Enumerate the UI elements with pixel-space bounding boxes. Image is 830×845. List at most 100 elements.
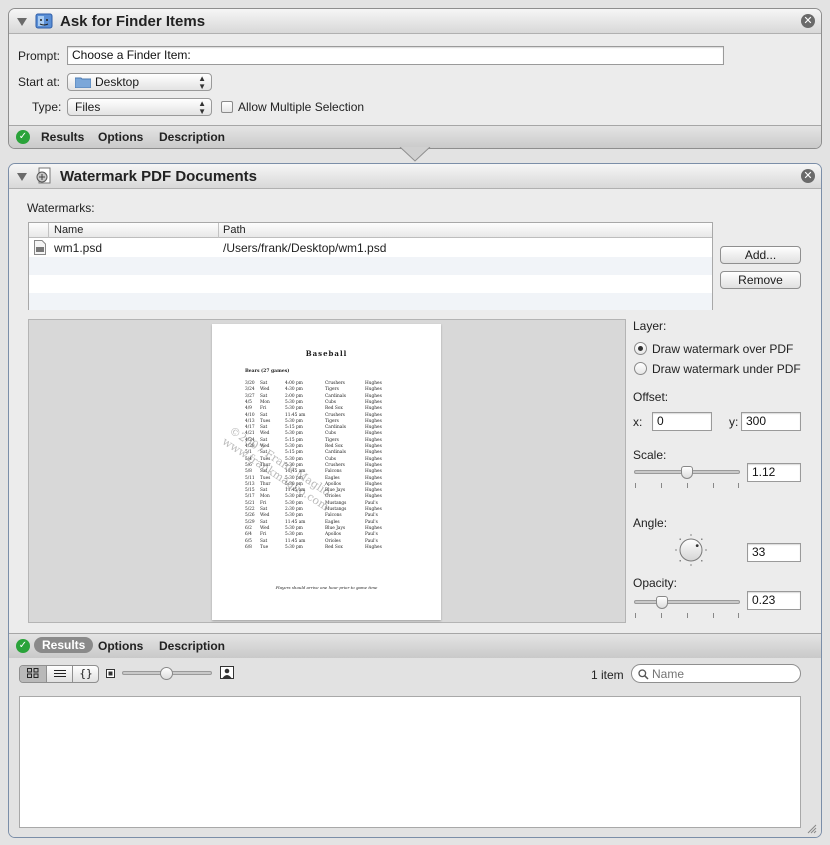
angle-dial[interactable] [675, 534, 707, 566]
offset-y-input[interactable]: 300 [741, 412, 801, 431]
results-search-field[interactable] [631, 664, 801, 683]
scale-slider-thumb[interactable] [681, 466, 693, 479]
pdf-preview-area: Baseball Bears (27 games) 3/20 Sat 4:00 pm… [28, 319, 626, 623]
schedule-cell: 4/10 [245, 412, 255, 418]
tab-results[interactable]: Results [41, 130, 84, 144]
offset-label: Offset: [633, 390, 669, 404]
column-header-path[interactable]: Path [223, 224, 246, 236]
icon-size-slider[interactable] [122, 667, 212, 681]
schedule-row: 4/17 Sat 5:15 pm Cardinals Hughes [245, 425, 405, 431]
opacity-slider-thumb[interactable] [655, 596, 668, 609]
angle-input[interactable]: 33 [747, 543, 801, 562]
tab-description[interactable]: Description [159, 639, 225, 653]
schedule-cell: Eagles [325, 475, 340, 481]
schedule-cell: Hughes [365, 381, 382, 386]
watermarks-label: Watermarks: [27, 201, 95, 215]
remove-watermark-button[interactable]: Remove [720, 271, 801, 289]
code-view-button[interactable]: {} [73, 666, 98, 682]
opacity-slider[interactable] [634, 596, 740, 618]
schedule-cell: 11:45 am [285, 519, 306, 525]
start-at-popup[interactable]: Desktop ▲ ▼ [67, 73, 212, 91]
action-title-bar[interactable]: Watermark PDF Documents ✕ [9, 164, 821, 189]
layer-under-label[interactable]: Draw watermark under PDF [652, 362, 801, 376]
schedule-cell: Sat [260, 519, 268, 525]
schedule-cell: Orioles [325, 538, 341, 544]
opacity-input[interactable]: 0.23 [747, 591, 801, 610]
scale-slider[interactable] [634, 466, 740, 488]
schedule-cell: 3/24 [245, 387, 255, 393]
schedule-cell: 5:30 pm [285, 500, 303, 506]
watermark-pdf-panel: Watermark PDF Documents ✕ Watermarks: Na… [8, 163, 822, 838]
disclosure-triangle-icon[interactable] [17, 173, 27, 181]
offset-x-input[interactable]: 0 [652, 412, 712, 431]
tab-options[interactable]: Options [98, 130, 143, 144]
header-divider [218, 223, 219, 238]
row-path: /Users/frank/Desktop/wm1.psd [223, 241, 387, 255]
table-row[interactable]: wm1.psd /Users/frank/Desktop/wm1.psd [29, 239, 712, 257]
schedule-cell: Blue Jays [325, 525, 346, 531]
schedule-cell: Sat [260, 393, 268, 399]
results-list[interactable] [19, 696, 801, 828]
schedule-cell: Hughes [365, 469, 382, 475]
pdf-heading: Baseball [305, 349, 348, 358]
icon-size-slider-thumb[interactable] [160, 667, 173, 680]
pdf-subheading: Bears (27 games) [245, 369, 290, 374]
layer-over-radio[interactable] [634, 342, 647, 355]
icon-view-button[interactable] [20, 666, 47, 682]
view-mode-segmented[interactable]: {} [19, 665, 99, 683]
braces-icon: {} [79, 667, 93, 680]
folder-icon [74, 77, 92, 89]
angle-label: Angle: [633, 516, 668, 530]
scale-input[interactable]: 1.12 [747, 463, 801, 482]
action-title-bar[interactable]: Ask for Finder Items ✕ [9, 9, 821, 34]
prompt-input[interactable]: Choose a Finder Item: [67, 46, 724, 65]
add-watermark-button[interactable]: Add... [720, 246, 801, 264]
schedule-row: 6/4 Fri 5:30 pm Apollos Paul's [245, 532, 405, 538]
schedule-row: 6/8 Tue 5:30 pm Red Sox Hughes [245, 545, 405, 551]
layer-over-label[interactable]: Draw watermark over PDF [652, 342, 793, 356]
type-popup[interactable]: Files ▲ ▼ [67, 98, 212, 116]
layer-under-radio[interactable] [634, 362, 647, 375]
slider-track [634, 600, 740, 604]
tab-options[interactable]: Options [98, 639, 143, 653]
schedule-cell: Cardinals [325, 425, 346, 431]
allow-multiple-label[interactable]: Allow Multiple Selection [238, 100, 364, 114]
schedule-cell: Hughes [365, 456, 382, 462]
schedule-cell: 5/13 [245, 481, 255, 487]
schedule-cell: 5:30 pm [285, 513, 303, 519]
schedule-cell: 4:30 pm [285, 387, 303, 393]
allow-multiple-checkbox[interactable] [221, 101, 233, 113]
schedule-row: 4/13 Tues 5:30 pm Tigers Hughes [245, 419, 405, 425]
start-at-value: Desktop [95, 75, 140, 89]
schedule-cell: Wed [260, 525, 270, 531]
success-check-icon: ✓ [16, 639, 30, 653]
list-view-button[interactable] [47, 666, 73, 682]
close-action-icon[interactable]: ✕ [801, 14, 815, 28]
schedule-cell: 5:30 pm [285, 444, 303, 449]
schedule-row: 4/5 Mon 5:30 pm Cubs Hughes [245, 400, 405, 406]
watermarks-table[interactable]: Name Path wm1.psd /Users/frank/Desktop/w… [28, 222, 713, 310]
schedule-cell: Tue [260, 544, 269, 550]
action-title: Ask for Finder Items [60, 13, 206, 30]
schedule-cell: 4/5 [245, 399, 252, 405]
prompt-label: Prompt: [18, 49, 61, 63]
finder-action-icon [35, 13, 53, 29]
schedule-cell: Hughes [365, 488, 382, 494]
schedule-row: 4/24 Sat 5:15 pm Tigers Hughes [245, 438, 405, 444]
schedule-cell: Tigers [325, 437, 339, 443]
resize-grip-icon[interactable] [807, 824, 817, 834]
schedule-cell: 3/20 [245, 381, 255, 386]
large-icon-size-icon [220, 666, 234, 679]
table-row-stripe [29, 293, 712, 310]
disclosure-triangle-icon[interactable] [17, 18, 27, 26]
scale-label: Scale: [633, 448, 667, 462]
column-header-name[interactable]: Name [54, 224, 83, 236]
schedule-cell: Sat [260, 507, 268, 512]
tab-description[interactable]: Description [159, 130, 225, 144]
tab-results[interactable]: Results [34, 637, 94, 653]
schedule-cell: Cubs [325, 431, 337, 437]
schedule-row: 4/21 Wed 5:30 pm Cubs Hughes [245, 431, 405, 437]
schedule-cell: 2:30 pm [285, 507, 303, 512]
close-action-icon[interactable]: ✕ [801, 169, 815, 183]
results-search-input[interactable] [652, 666, 792, 681]
